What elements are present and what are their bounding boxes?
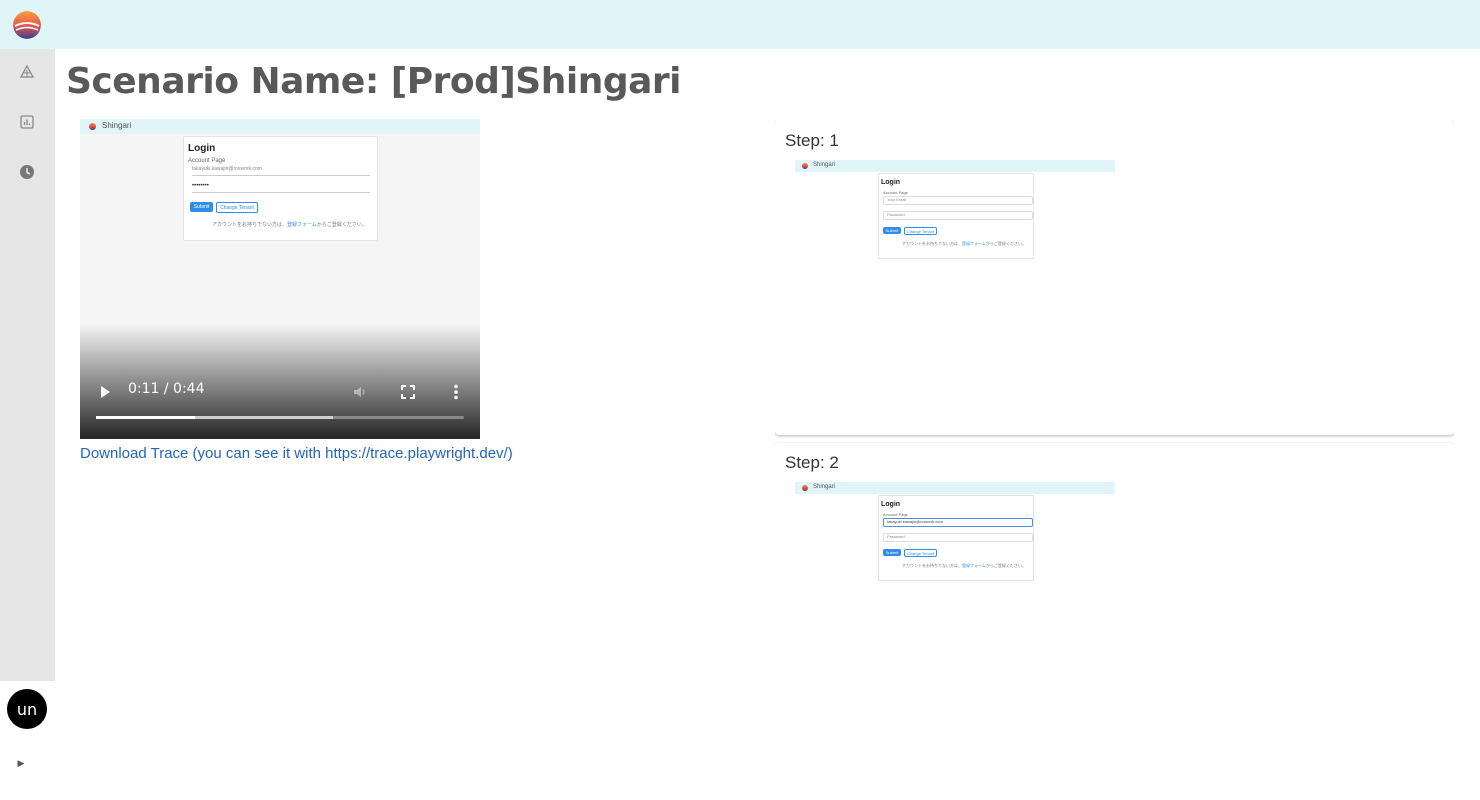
screenshot-heading: Login xyxy=(881,501,901,508)
screenshot-logo-icon xyxy=(802,485,808,491)
step-label: Step: 1 xyxy=(785,131,839,150)
screenshot-change-tenant-button: Change Tenant xyxy=(904,227,937,235)
screenshot-email-field: Your Email xyxy=(883,196,1033,205)
preview-subheading: Account Page xyxy=(188,158,226,164)
screenshot-signup-note: アカウントをお持ちでない方は、登録フォームからご登録ください。 xyxy=(902,241,1026,246)
screenshot-top-bar xyxy=(795,160,1115,172)
preview-logo-icon xyxy=(89,123,96,130)
main-content: Scenario Name: [Prod]Shingari Shingari L… xyxy=(55,49,1480,800)
screenshot-change-tenant-button: Change Tenant xyxy=(904,549,937,557)
top-bar xyxy=(0,0,1480,49)
step-card: Step: 2 Shingari Login Account Page taka… xyxy=(775,443,1454,718)
preview-change-tenant-button: Change Tenant xyxy=(216,202,258,213)
step-screenshot[interactable]: Shingari Login Account Page takayuki.kaw… xyxy=(795,482,1115,718)
screenshot-password-field: Password xyxy=(883,211,1033,220)
video-progress-bar[interactable] xyxy=(96,416,464,419)
video-played-bar xyxy=(96,416,196,419)
preview-submit-button: Submit xyxy=(190,202,213,212)
steps-list: Step: 1 Shingari Login Account Page Your… xyxy=(775,121,1454,718)
preview-login-card: Login Account Page takayuki.kawajiri@rox… xyxy=(183,136,378,241)
screenshot-signup-note: アカウントをお持ちでない方は、登録フォームからご登録ください。 xyxy=(902,563,1026,568)
user-avatar[interactable]: un xyxy=(7,689,47,729)
screenshot-subheading: Account Page xyxy=(883,190,908,195)
screenshot-brand: Shingari xyxy=(813,484,836,490)
screenshot-logo-icon xyxy=(802,163,808,169)
screenshot-login-card: Login Account Page Your Email Password S… xyxy=(878,173,1034,259)
step-screenshot[interactable]: Shingari Login Account Page Your Email P… xyxy=(795,160,1115,400)
fullscreen-icon[interactable] xyxy=(398,383,418,401)
screenshot-heading: Login xyxy=(881,179,901,186)
screenshot-brand: Shingari xyxy=(813,162,836,168)
screenshot-submit-button: Submit xyxy=(883,549,901,556)
step-card: Step: 1 Shingari Login Account Page Your… xyxy=(775,121,1454,435)
download-trace-link[interactable]: Download Trace (you can see it with http… xyxy=(80,445,513,462)
screenshot-submit-button: Submit xyxy=(883,227,901,234)
page-title: Scenario Name: [Prod]Shingari xyxy=(66,61,681,102)
preview-brand: Shingari xyxy=(102,121,132,130)
play-icon[interactable] xyxy=(96,383,114,401)
screenshot-email-field: takayuki.kawajiri@roxwork.com xyxy=(883,518,1033,527)
app-logo-icon[interactable] xyxy=(13,11,41,39)
preview-signup-note: アカウントをお持ちでない方は、登録フォームからご登録ください。 xyxy=(212,222,367,228)
report-icon[interactable] xyxy=(18,113,36,131)
trace-video-player[interactable]: Shingari Login Account Page takayuki.kaw… xyxy=(80,119,480,439)
step-label: Step: 2 xyxy=(785,453,839,472)
sidebar: un ▶ xyxy=(0,49,55,800)
history-clock-icon[interactable] xyxy=(18,163,36,181)
preview-email-field: takayuki.kawajiri@roxwork.com xyxy=(192,166,370,176)
scenarios-icon[interactable] xyxy=(18,63,36,81)
preview-password-field: •••••••• xyxy=(192,183,370,193)
screenshot-subheading: Account Page xyxy=(883,512,908,517)
screenshot-top-bar xyxy=(795,482,1115,494)
mute-volume-icon[interactable] xyxy=(350,383,370,401)
screenshot-password-field: Password xyxy=(883,533,1033,542)
more-options-icon[interactable] xyxy=(446,383,466,401)
expand-sidebar-chevron-icon[interactable]: ▶ xyxy=(14,755,28,773)
video-time-display: 0:11 / 0:44 xyxy=(128,381,205,397)
preview-heading: Login xyxy=(188,143,216,154)
screenshot-login-card: Login Account Page takayuki.kawajiri@rox… xyxy=(878,495,1034,581)
preview-top-bar xyxy=(80,119,480,134)
video-controls: 0:11 / 0:44 xyxy=(80,369,480,439)
